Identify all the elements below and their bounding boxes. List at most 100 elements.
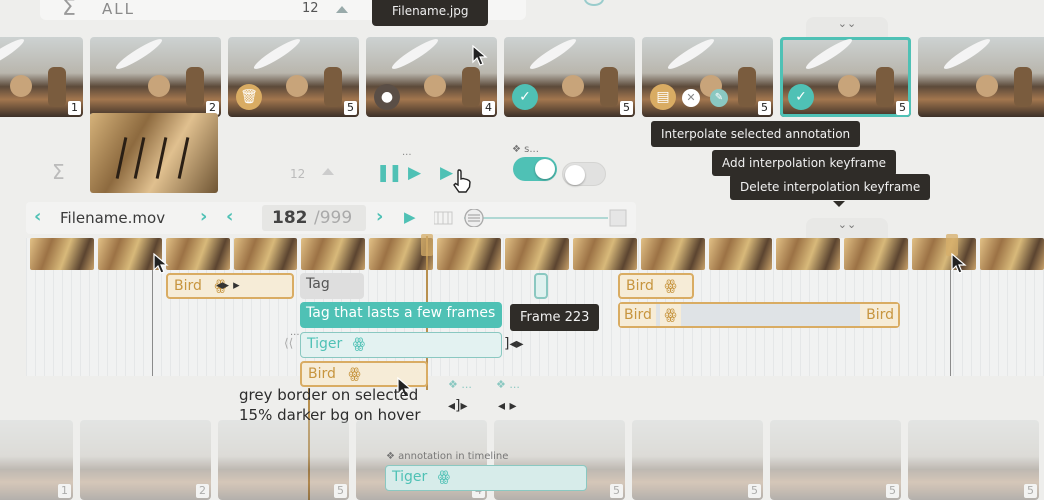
- filter-count: 12: [302, 1, 319, 16]
- current-frame: 182: [272, 208, 308, 228]
- thumbnail-count: 5: [344, 101, 357, 115]
- thumbnail-count: 4: [482, 101, 495, 115]
- thumbnail-selected[interactable]: ✓ 5: [780, 37, 911, 117]
- thumbnail[interactable]: ▤ ✕ ✎ 5: [642, 37, 773, 117]
- close-icon[interactable]: ✕: [682, 89, 700, 107]
- thumbnail[interactable]: 🗑 5: [228, 37, 359, 117]
- hand-cursor-icon: [453, 169, 471, 193]
- interpolate-tooltip: Interpolate selected annotation: [651, 121, 861, 147]
- bird-annotation[interactable]: Bird ꙮ: [618, 273, 694, 299]
- play-button[interactable]: ▶: [408, 163, 421, 183]
- thumbnail-count: 5: [334, 484, 347, 498]
- thumbnail[interactable]: 1: [0, 37, 83, 117]
- tooltip-arrow: [833, 201, 845, 207]
- annotation-caption: annotation in timeline: [398, 451, 509, 462]
- circle-icon: [584, 0, 604, 6]
- bird-interpolated-annotation[interactable]: Bird ꙮ Bird: [618, 302, 900, 328]
- frame-counter[interactable]: 182 /999: [262, 205, 366, 231]
- film-frame: [980, 238, 1044, 270]
- resize-arrows-icon[interactable]: ◂▸ ▸: [216, 278, 240, 293]
- collapse-tab[interactable]: ⌄⌄: [806, 17, 888, 37]
- prev-frame-button[interactable]: ‹: [226, 206, 233, 227]
- play-button[interactable]: ▶: [404, 208, 416, 226]
- pause-button[interactable]: ❚❚: [376, 163, 402, 183]
- film-frame: [437, 238, 502, 270]
- check-icon[interactable]: ✓: [512, 84, 538, 110]
- film-frame: [572, 238, 637, 270]
- annotation-label: Tiger: [392, 469, 428, 485]
- collapse-tab[interactable]: ⌄⌄: [806, 218, 888, 238]
- thumbnail-count: 1: [68, 101, 81, 115]
- annotation-in-timeline-label: ❖ annotation in timeline: [386, 451, 509, 462]
- note-line-1: grey border on selected: [239, 386, 419, 404]
- timeline-scrubber[interactable]: [434, 209, 628, 227]
- tiger-annotation[interactable]: Tiger ꙮ: [385, 465, 587, 491]
- keyframe-move-icon: ❖ ...: [496, 378, 520, 391]
- film-frame: [505, 238, 569, 270]
- pointer-cursor-icon: [951, 252, 967, 274]
- film-frame: [233, 238, 298, 270]
- interpolate-icon: ꙮ: [348, 366, 361, 382]
- filmstrip[interactable]: [30, 238, 1044, 270]
- interpolate-icon: ꙮ: [437, 469, 451, 485]
- toggle-label: ❖ s...: [512, 144, 539, 155]
- thumbnail: 1: [0, 420, 73, 500]
- controls-dots: ...: [402, 147, 412, 158]
- avatar: ●: [374, 84, 400, 110]
- expand-left-icon[interactable]: ⟨⟨: [284, 336, 293, 350]
- interpolate-icon: ꙮ: [352, 336, 366, 352]
- tag-annotation[interactable]: Tag: [300, 273, 364, 299]
- chevron-down-icon: ⌄⌄: [837, 17, 857, 30]
- thumbnail-count: 5: [896, 101, 909, 115]
- annotation-label: Bird: [626, 278, 654, 294]
- film-frame: [165, 238, 230, 270]
- thumbnail: 5: [908, 420, 1039, 500]
- annotation-label: Tag that lasts a few frames: [306, 305, 496, 321]
- timeline-guide: [152, 270, 153, 376]
- tiger-annotation-selected[interactable]: Tiger ꙮ: [300, 332, 502, 358]
- add-keyframe-tooltip: Add interpolation keyframe: [712, 150, 897, 176]
- annotation-label: Bird: [174, 278, 202, 294]
- thumbnail: 5: [770, 420, 901, 500]
- check-icon[interactable]: ✓: [788, 84, 814, 110]
- interpolate-icon: ꙮ: [664, 278, 677, 294]
- sigma-icon: Σ: [62, 0, 76, 21]
- toggle-label-text: s...: [524, 144, 539, 155]
- film-frame: [301, 238, 366, 270]
- chevron-up-icon[interactable]: [322, 168, 334, 175]
- clipboard-icon[interactable]: ▤: [650, 84, 676, 110]
- annotation-label: Tag: [306, 276, 330, 292]
- collapse-up-icon[interactable]: [336, 6, 348, 13]
- thumbnail-count: 5: [758, 101, 771, 115]
- interpolate-icon: ꙮ: [660, 304, 681, 326]
- thumbnail[interactable]: 2: [90, 37, 221, 117]
- filename-tooltip: Filename.jpg: [372, 0, 488, 26]
- thumbnail: 5: [632, 420, 763, 500]
- next-file-button[interactable]: ›: [200, 206, 207, 227]
- total-frames: /999: [314, 208, 353, 228]
- toggle-off[interactable]: [562, 162, 606, 186]
- thumbnail: 5: [218, 420, 349, 500]
- toggle-on[interactable]: [513, 157, 557, 181]
- thumbnail-count: 5: [610, 484, 623, 498]
- thumbnail-count: 5: [748, 484, 761, 498]
- tag-span-annotation[interactable]: Tag that lasts a few frames: [300, 302, 502, 328]
- timeline-guide: [950, 270, 951, 376]
- chevron-down-icon: ⌄⌄: [837, 218, 857, 231]
- file-navigation-bar: ‹ Filename.mov › ‹ 182 /999 › ▶: [26, 202, 636, 234]
- annotation-label: Bird: [860, 304, 898, 326]
- thumbnail[interactable]: ✓ 5: [504, 37, 635, 117]
- thumbnail-count: 5: [1024, 484, 1037, 498]
- delete-keyframe-tooltip: Delete interpolation keyframe: [730, 174, 931, 200]
- trash-icon[interactable]: 🗑: [236, 84, 262, 110]
- bracket-resize-icon[interactable]: ]◂▸: [504, 336, 524, 352]
- prev-file-button[interactable]: ‹: [34, 206, 41, 227]
- bracket-arrows-icon: ◂]▸: [448, 398, 468, 414]
- next-frame-button[interactable]: ›: [376, 206, 383, 227]
- playhead-handle[interactable]: [421, 234, 433, 256]
- thumbnail[interactable]: [918, 37, 1044, 117]
- film-frame: [776, 238, 841, 270]
- keyframe-marker[interactable]: [534, 273, 548, 299]
- pen-icon[interactable]: ✎: [710, 89, 728, 107]
- annotation-label: Bird: [620, 304, 656, 326]
